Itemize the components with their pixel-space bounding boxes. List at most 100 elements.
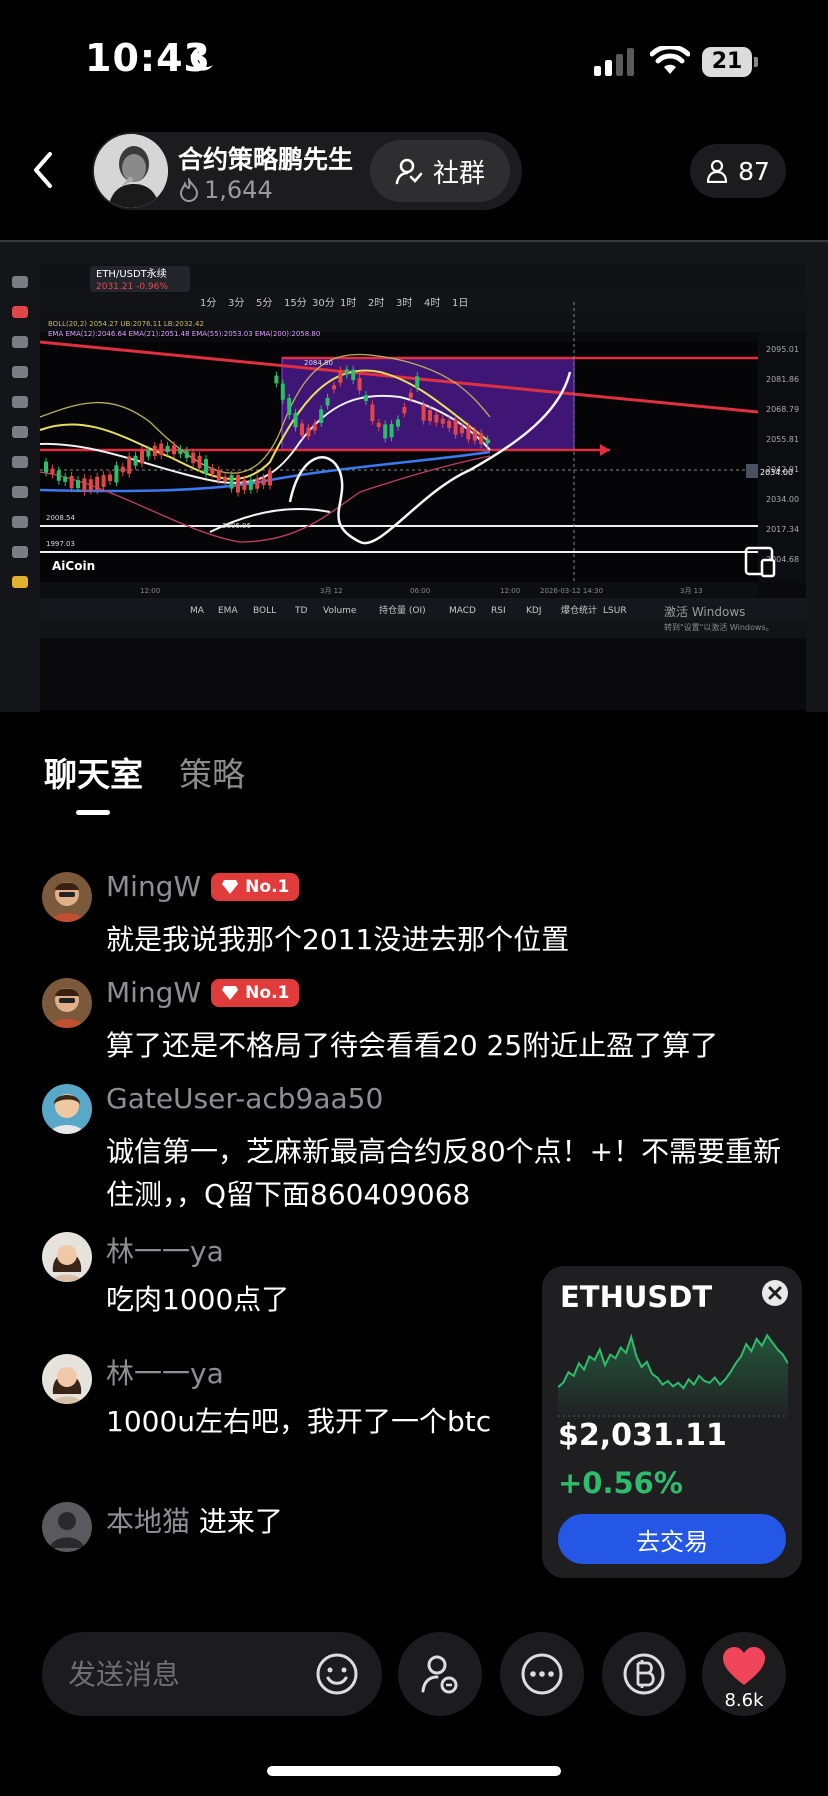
indicator-tab: EMA xyxy=(218,606,238,616)
interval-option: 2时 xyxy=(368,297,384,309)
message-text: 诚信第一，芝麻新最高合约反80个点！+！不需要重新住测，，Q留下面8604090… xyxy=(106,1135,782,1211)
live-stream-video[interactable]: ETH/USDT永续 2031.21 -0.96% 1分 3分 5分 15分 30分 1时… xyxy=(0,240,828,712)
default-avatar xyxy=(42,1502,92,1552)
price-sparkline xyxy=(558,1333,788,1420)
time-axis-label: 3月 12 xyxy=(320,587,343,595)
user-avatar[interactable] xyxy=(42,1084,92,1134)
interval-option: 3分 xyxy=(228,297,244,309)
indicator-tab: BOLL xyxy=(253,606,276,616)
user-avatar[interactable] xyxy=(42,1354,92,1404)
time-axis-label: 12:00 xyxy=(500,587,520,595)
flame-icon xyxy=(179,178,199,202)
time-axis-label: 06:00 xyxy=(410,587,430,595)
content-tabs: 聊天室 策略 xyxy=(44,748,245,796)
avatar-image xyxy=(42,872,92,922)
rank-badge-text: No.1 xyxy=(245,876,290,897)
user-avatar[interactable] xyxy=(42,978,92,1028)
community-label: 社群 xyxy=(432,158,485,189)
moon-icon xyxy=(190,46,213,71)
rank-badge: No.1 xyxy=(211,872,300,901)
like-button[interactable]: 8.6k xyxy=(702,1632,786,1716)
wifi-icon xyxy=(650,46,690,74)
time-axis-label: 2026-03-12 14:30 xyxy=(540,587,603,595)
message-username[interactable]: MingW No.1 xyxy=(106,976,300,1009)
interval-option: 5分 xyxy=(256,297,272,309)
message-text: 就是我说我那个2011没进去那个位置 xyxy=(106,923,570,956)
price-card-change: +0.56% xyxy=(558,1466,683,1500)
username-text: GateUser-acb9aa50 xyxy=(106,1082,384,1115)
interval-option: 1分 xyxy=(200,297,216,309)
price-card-symbol: ETHUSDT xyxy=(560,1280,713,1314)
aicoin-brand: AiCoin xyxy=(52,559,95,573)
user-avatar[interactable] xyxy=(42,872,92,922)
active-tab-indicator xyxy=(76,810,110,815)
left-level-label: 2008.54 xyxy=(46,514,75,522)
host-avatar[interactable] xyxy=(94,134,168,208)
price-scale-label: 2081.86 xyxy=(766,375,799,384)
interval-option: 1日 xyxy=(452,298,468,309)
indicator-tab: MACD xyxy=(449,606,476,616)
current-price-tag: 2034.00 xyxy=(760,468,793,477)
tab-chat-room[interactable]: 聊天室 xyxy=(44,748,143,796)
eth-price-card[interactable]: ETHUSDT $2,031.11 +0.56% 去交易 xyxy=(542,1266,802,1578)
message-username[interactable]: 林一一ya xyxy=(106,1352,224,1392)
rank-badge: No.1 xyxy=(211,978,300,1007)
close-icon[interactable] xyxy=(760,1278,790,1308)
message-username[interactable]: GateUser-acb9aa50 xyxy=(106,1082,383,1115)
fans-number: 1,644 xyxy=(204,176,273,204)
bottom-level-label: 1997.03 xyxy=(46,540,75,548)
price-scale-label: 2068.79 xyxy=(766,405,799,414)
community-icon xyxy=(395,158,423,185)
go-trade-button[interactable]: 去交易 xyxy=(558,1514,786,1564)
like-count: 8.6k xyxy=(724,1690,764,1711)
bitcoin-button[interactable] xyxy=(602,1632,686,1716)
indicator-tab: Volume xyxy=(323,606,357,616)
back-arrow-icon[interactable] xyxy=(24,148,64,192)
user-settings-icon xyxy=(421,1655,458,1694)
join-text: 本地猫 进来了 xyxy=(106,1500,283,1540)
emoji-icon[interactable] xyxy=(314,1651,360,1697)
message-input-box[interactable] xyxy=(42,1632,382,1716)
avatar-image xyxy=(42,1232,92,1282)
follow-user-button[interactable] xyxy=(398,1632,482,1716)
join-username[interactable]: 本地猫 xyxy=(106,1505,190,1538)
rank-badge-text: No.1 xyxy=(245,982,290,1003)
low-price-label: 2006.06 xyxy=(222,522,251,530)
pair-tab-label: ETH/USDT永续 xyxy=(96,267,167,280)
indicator-tab: RSI xyxy=(491,606,506,616)
host-info-pill[interactable]: 合约策略鹏先生 1,644 社群 xyxy=(92,132,522,210)
message-username[interactable]: MingW No.1 xyxy=(106,870,300,903)
user-avatar[interactable] xyxy=(42,1232,92,1282)
viewer-count-pill[interactable]: 87 xyxy=(690,144,786,198)
username-text: MingW xyxy=(106,870,202,903)
message-text: 算了还是不格局了待会看看20 25附近止盈了算了 xyxy=(106,1029,719,1062)
person-placeholder-icon xyxy=(50,1512,84,1548)
battery-icon: 21 xyxy=(702,47,758,77)
battery-level: 21 xyxy=(702,47,752,77)
message-username[interactable]: 林一一ya xyxy=(106,1230,224,1270)
high-price-label: 2084.80 xyxy=(304,359,333,367)
message-input[interactable] xyxy=(68,1632,308,1716)
username-text: 林一一ya xyxy=(106,1235,224,1268)
heart-icon xyxy=(723,1647,765,1685)
interval-option: 1时 xyxy=(340,297,356,309)
time-axis-label: 3月 13 xyxy=(680,587,703,595)
join-action: 进来了 xyxy=(198,1505,283,1538)
boll-readout: BOLL(20,2) 2054.27 UB:2076.11 LB:2032.42 xyxy=(48,320,204,328)
indicator-tab: KDJ xyxy=(526,606,542,616)
indicator-tab: LSUR xyxy=(603,606,627,616)
status-bar: 10:43 21 xyxy=(0,0,828,120)
pair-tab-price: 2031.21 -0.96% xyxy=(96,282,168,292)
ema-readout: EMA EMA(12):2046.64 EMA(21):2051.48 EMA(… xyxy=(48,330,320,338)
more-options-button[interactable] xyxy=(500,1632,584,1716)
host-name: 合约策略鹏先生 xyxy=(178,145,354,174)
tab-strategy[interactable]: 策略 xyxy=(179,748,245,796)
price-scale-label: 2034.00 xyxy=(766,495,799,504)
price-scale-label: 2095.01 xyxy=(766,345,799,354)
home-indicator[interactable] xyxy=(267,1766,561,1776)
community-button[interactable]: 社群 xyxy=(370,140,510,202)
windows-activation-sub: 转到"设置"以激活 Windows。 xyxy=(664,622,774,632)
person-icon xyxy=(706,159,728,183)
more-dots-icon xyxy=(521,1653,563,1695)
battery-tip xyxy=(754,57,758,67)
